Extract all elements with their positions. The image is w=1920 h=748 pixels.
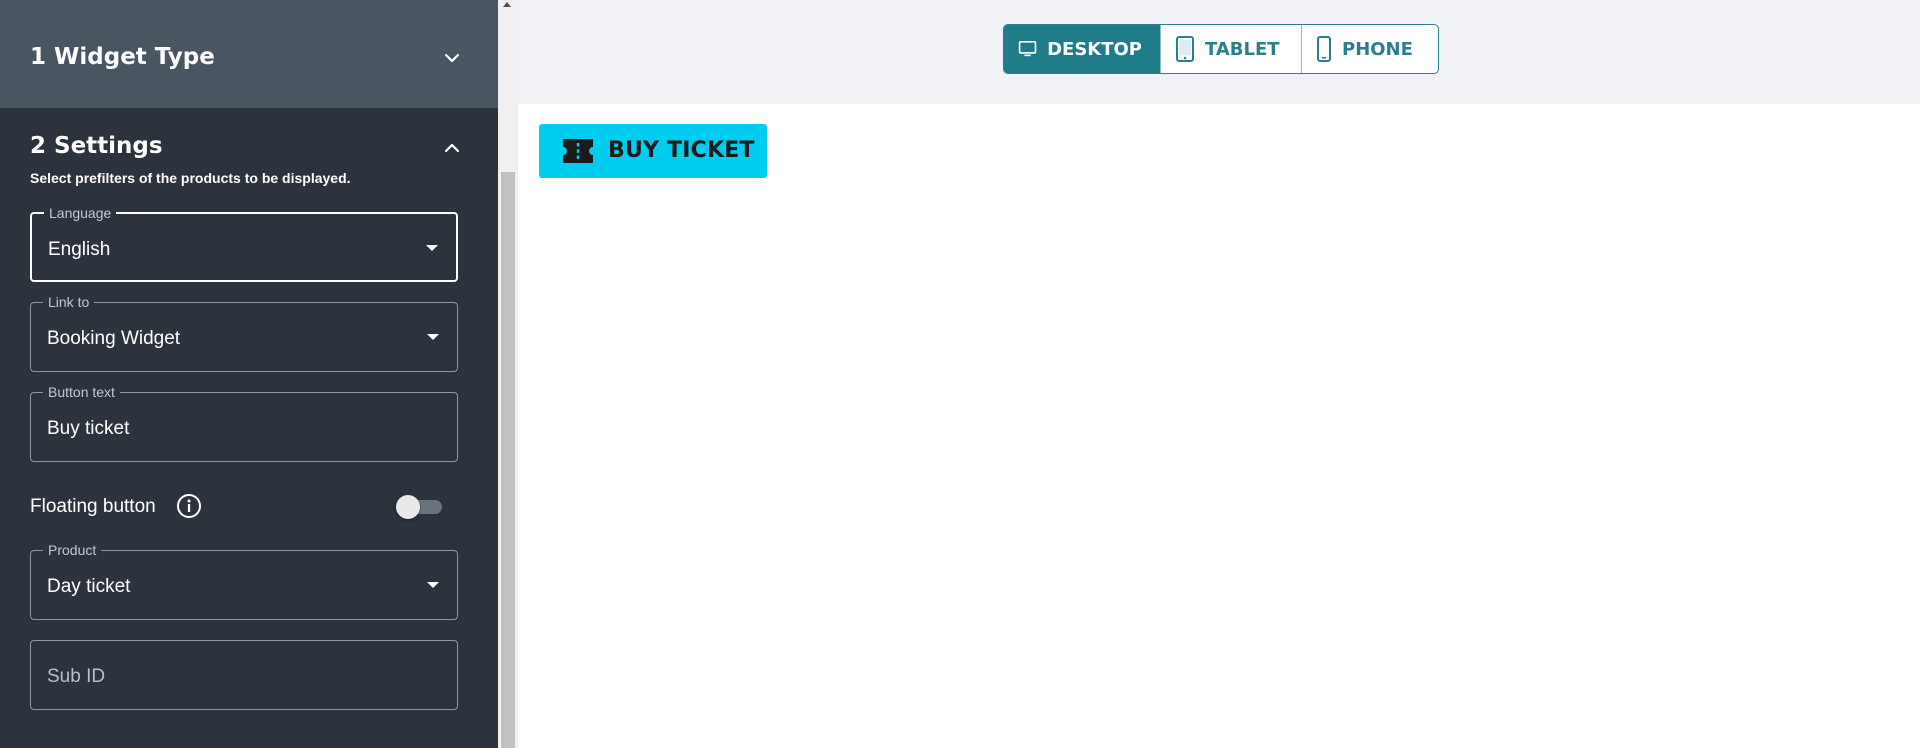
settings-subtitle: Select prefilters of the products to be …: [30, 170, 351, 186]
tablet-button[interactable]: TABLET: [1161, 25, 1302, 73]
widget-type-title: 1 Widget Type: [30, 44, 215, 70]
product-select[interactable]: Product Day ticket: [30, 542, 458, 620]
dropdown-arrow-icon[interactable]: [426, 245, 438, 251]
buy-ticket-label: BUY TICKET: [608, 138, 755, 163]
floating-button-label: Floating button: [30, 496, 156, 517]
floating-button-row: Floating button: [30, 492, 458, 522]
sub-id-input[interactable]: Sub ID: [30, 640, 458, 710]
tablet-label: TABLET: [1205, 38, 1280, 60]
link-to-select[interactable]: Link to Booking Widget: [30, 294, 458, 372]
phone-icon: [1317, 36, 1331, 62]
language-select[interactable]: Language English: [30, 205, 458, 282]
phone-label: PHONE: [1342, 38, 1413, 60]
tablet-icon: [1176, 36, 1194, 62]
product-label: Product: [43, 542, 102, 558]
preview-canvas: [518, 104, 1920, 748]
sidebar-scrollbar[interactable]: [498, 0, 518, 748]
button-text-label: Button text: [43, 384, 120, 400]
language-value: English: [48, 239, 111, 260]
scroll-up-arrow-icon[interactable]: [503, 2, 511, 7]
settings-title[interactable]: 2 Settings: [30, 133, 163, 159]
desktop-label: DESKTOP: [1047, 38, 1142, 60]
button-text-value[interactable]: Buy ticket: [47, 417, 129, 441]
link-to-value: Booking Widget: [47, 328, 181, 349]
chevron-up-icon[interactable]: [440, 136, 464, 160]
chevron-down-icon[interactable]: [440, 46, 464, 70]
button-text-input[interactable]: Button text Buy ticket: [30, 384, 458, 462]
scrollbar-thumb[interactable]: [501, 172, 515, 748]
ticket-icon: [563, 139, 593, 163]
info-icon[interactable]: [176, 493, 202, 519]
dropdown-arrow-icon[interactable]: [427, 334, 439, 340]
desktop-button[interactable]: DESKTOP: [1004, 25, 1161, 73]
phone-button[interactable]: PHONE: [1302, 25, 1438, 73]
device-switcher: DESKTOP TABLET PHONE: [1003, 24, 1439, 74]
language-label: Language: [44, 205, 117, 221]
link-to-label: Link to: [43, 294, 95, 310]
buy-ticket-button[interactable]: BUY TICKET: [539, 124, 767, 178]
floating-button-toggle[interactable]: [396, 495, 444, 519]
accordion-widget-type[interactable]: 1 Widget Type: [0, 0, 498, 108]
settings-sidebar: 1 Widget Type 2 Settings Select prefilte…: [0, 0, 498, 748]
dropdown-arrow-icon[interactable]: [427, 582, 439, 588]
product-value: Day ticket: [47, 576, 131, 597]
sub-id-placeholder[interactable]: Sub ID: [47, 665, 105, 689]
toggle-thumb: [396, 495, 420, 519]
monitor-icon: [1018, 41, 1037, 57]
